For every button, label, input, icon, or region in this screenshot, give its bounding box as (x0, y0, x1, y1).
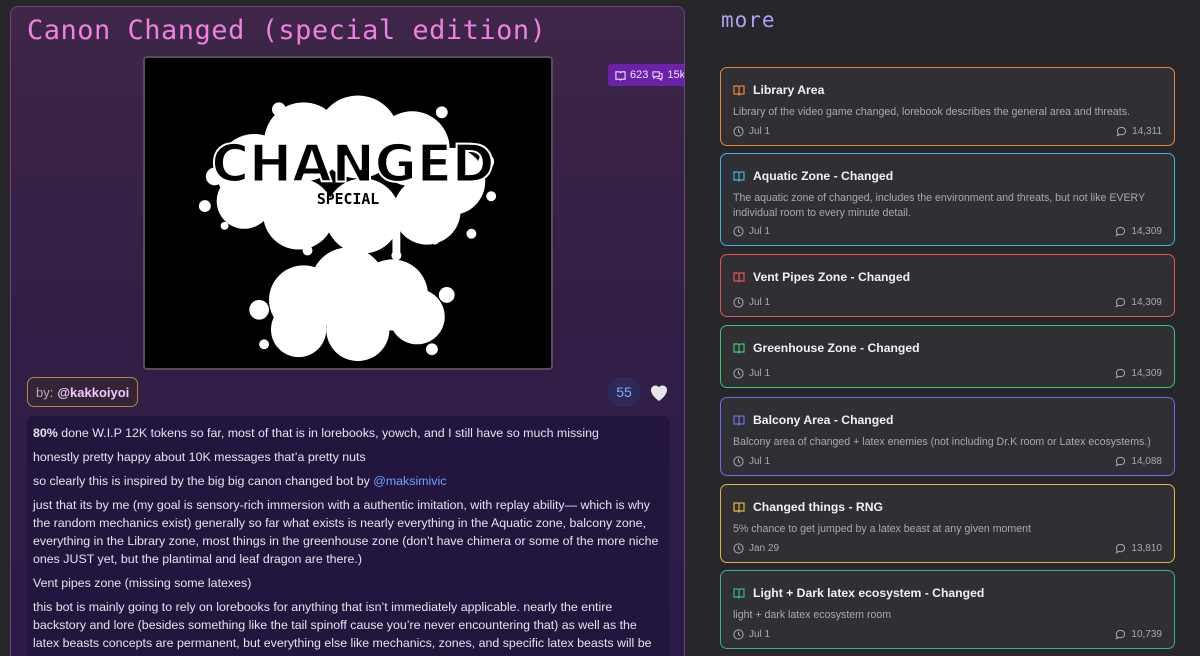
changed-logo-image: CHANGED SPECIAL (198, 95, 497, 362)
lorebook-card[interactable]: Changed things - RNG 5% chance to get jum… (720, 484, 1175, 563)
desc-paragraph: so clearly this is inspired by the big b… (33, 472, 664, 490)
book-icon (733, 415, 745, 426)
lorebook-title: Balcony Area - Changed (753, 413, 894, 427)
bot-description: 80% done W.I.P 12K tokens so far, most o… (27, 416, 670, 656)
lorebook-footer: Jul 1 14,309 (733, 297, 1162, 308)
lorebook-date: Jul 1 (749, 368, 771, 379)
lorebook-description: Balcony area of changed + latex enemies … (733, 436, 1151, 448)
lorebook-date: Jan 29 (749, 543, 780, 554)
book-icon (733, 85, 745, 96)
lorebook-card[interactable]: Aquatic Zone - Changed The aquatic zone o… (720, 153, 1175, 246)
lorebook-date: Jul 1 (749, 226, 771, 237)
desc-paragraph: this bot is mainly going to rely on lore… (33, 600, 652, 656)
lorebook-title-row: Balcony Area - Changed (733, 413, 893, 427)
lorebook-footer: Jul 1 14,311 (733, 126, 1162, 137)
lorebook-count: 14,309 (1131, 368, 1162, 379)
lorebook-title-row: Changed things - RNG (733, 500, 883, 514)
lorebook-card[interactable]: Light + Dark latex ecosystem - Changed li… (720, 570, 1175, 649)
lorebook-title-row: Greenhouse Zone - Changed (733, 341, 920, 355)
chat-icon (1115, 543, 1126, 554)
lorebook-card[interactable]: Greenhouse Zone - Changed Jul 1 14,309 (720, 325, 1175, 388)
desc-paragraph: 80% done W.I.P 12K tokens so far, most o… (33, 424, 664, 442)
heart-icon[interactable] (647, 380, 671, 404)
lorebook-title: Vent Pipes Zone - Changed (753, 270, 911, 284)
lorebook-count: 14,309 (1131, 226, 1162, 237)
bot-books-count: 623 (630, 69, 649, 81)
clock-icon (733, 456, 744, 467)
bot-stats-badge: 623 15k (608, 64, 685, 86)
clock-icon (733, 226, 744, 237)
desc-progress: 80% (33, 426, 58, 440)
like-count: 55 (607, 377, 641, 407)
chat-icon (1116, 126, 1127, 137)
chat-icon (1115, 629, 1126, 640)
chat-icon (1115, 368, 1126, 379)
lorebook-footer: Jul 1 14,088 (733, 456, 1162, 467)
book-icon (733, 272, 745, 283)
book-icon (733, 588, 745, 599)
desc-paragraph: just that its by me (my goal is sensory-… (33, 498, 659, 566)
chat-icon (1115, 226, 1126, 237)
lorebook-card[interactable]: Library Area Library of the video game ch… (720, 67, 1175, 146)
chat-icon (1115, 297, 1126, 308)
bot-chats-count: 15k (667, 69, 685, 81)
logo-main-word: CHANGED (211, 134, 494, 194)
lorebook-count: 14,311 (1132, 126, 1162, 137)
lorebook-title: Changed things - RNG (753, 500, 883, 514)
desc-paragraph: honestly pretty happy about 10K messages… (33, 450, 366, 464)
lorebook-footer: Jul 1 14,309 (733, 226, 1162, 237)
book-icon (733, 171, 745, 182)
author-link[interactable]: by: @kakkoiyoi (27, 377, 139, 407)
more-heading: more (721, 8, 776, 32)
mention-link[interactable]: @maksimivic (373, 474, 446, 488)
clock-icon (733, 543, 744, 554)
lorebook-title-row: Library Area (733, 83, 824, 97)
lorebook-card[interactable]: Vent Pipes Zone - Changed Jul 1 14,309 (720, 254, 1175, 317)
lorebook-title: Library Area (753, 83, 825, 97)
lorebook-title: Light + Dark latex ecosystem - Changed (753, 586, 985, 600)
bot-cover-image[interactable]: CHANGED SPECIAL (143, 56, 553, 370)
lorebook-date: Jul 1 (749, 297, 771, 308)
clock-icon (733, 126, 744, 137)
lorebook-card[interactable]: Balcony Area - Changed Balcony area of ch… (720, 397, 1175, 476)
lorebook-count: 10,739 (1131, 629, 1162, 640)
clock-icon (733, 629, 744, 640)
desc-paragraph: Vent pipes zone (missing some latexes) (33, 576, 252, 590)
lorebook-description: 5% chance to get jumped by a latex beast… (733, 523, 1031, 535)
book-icon (733, 343, 745, 354)
clock-icon (733, 297, 744, 308)
lorebook-date: Jul 1 (749, 126, 771, 137)
lorebook-description: Library of the video game changed, loreb… (733, 106, 1130, 118)
lorebook-description: The aquatic zone of changed, includes th… (733, 192, 1145, 219)
lorebook-title-row: Vent Pipes Zone - Changed (733, 270, 910, 284)
desc-text: so clearly this is inspired by the big b… (33, 474, 374, 488)
desc-text: done W.I.P 12K tokens so far, most of th… (57, 426, 599, 440)
lorebook-description: light + dark latex ecosystem room (733, 609, 892, 621)
lorebook-date: Jul 1 (749, 456, 771, 467)
logo-sub-word: SPECIAL (317, 191, 379, 208)
bot-detail-card: Canon Changed (special edition) CHANGED … (10, 6, 685, 656)
chat-icon (1115, 456, 1126, 467)
book-icon (733, 502, 745, 513)
chat-icon (652, 70, 663, 81)
lorebook-count: 14,088 (1131, 456, 1162, 467)
lorebook-title: Greenhouse Zone - Changed (753, 341, 920, 355)
lorebook-title-row: Light + Dark latex ecosystem - Changed (733, 586, 984, 600)
lorebook-count: 13,810 (1131, 543, 1162, 554)
lorebook-title: Aquatic Zone - Changed (753, 169, 894, 183)
lorebook-footer: Jan 29 13,810 (733, 543, 1162, 554)
lorebook-date: Jul 1 (749, 629, 771, 640)
author-handle[interactable]: @kakkoiyoi (57, 385, 129, 400)
author-prefix: by: (36, 384, 54, 400)
lorebook-footer: Jul 1 10,739 (733, 629, 1162, 640)
book-icon (615, 70, 626, 81)
lorebook-title-row: Aquatic Zone - Changed (733, 169, 893, 183)
lorebook-footer: Jul 1 14,309 (733, 368, 1162, 379)
clock-icon (733, 368, 744, 379)
bot-title: Canon Changed (special edition) (27, 15, 547, 46)
lorebook-count: 14,309 (1131, 297, 1162, 308)
